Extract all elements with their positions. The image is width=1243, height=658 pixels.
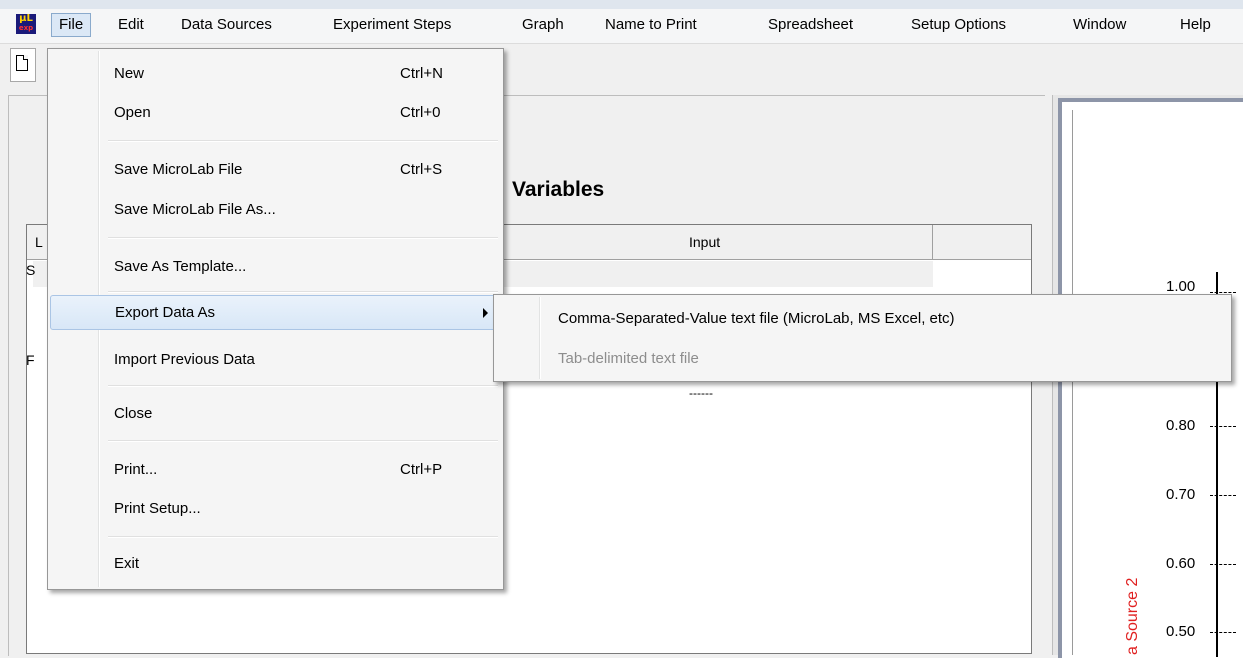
menu-item-shortcut: Ctrl+S bbox=[400, 161, 443, 178]
y-tick-label: 1.00 bbox=[1166, 278, 1196, 295]
y-tick-label: 0.70 bbox=[1166, 486, 1196, 503]
menu-item-label: Save MicroLab File As... bbox=[114, 201, 276, 218]
y-tick-mark bbox=[1210, 426, 1236, 428]
menu-window[interactable]: Window bbox=[1066, 13, 1133, 37]
window-title-strip bbox=[0, 0, 1243, 9]
menu-graph[interactable]: Graph bbox=[515, 13, 571, 37]
menu-separator bbox=[108, 440, 498, 442]
app-icon[interactable]: µL exp bbox=[16, 14, 36, 34]
y-tick-mark bbox=[1210, 495, 1236, 497]
menu-separator bbox=[108, 536, 498, 538]
menu-item-label: Close bbox=[114, 405, 153, 422]
y-tick-label: 0.60 bbox=[1166, 555, 1196, 572]
menu-setup-options[interactable]: Setup Options bbox=[904, 13, 1013, 37]
menu-item-open[interactable]: Open Ctrl+0 bbox=[50, 98, 501, 128]
menu-item-new[interactable]: New Ctrl+N bbox=[50, 59, 501, 89]
menu-item-close[interactable]: Close bbox=[50, 399, 501, 429]
menu-item-shortcut: Ctrl+N bbox=[400, 65, 443, 82]
submenu-arrow-icon bbox=[483, 308, 488, 318]
menu-help[interactable]: Help bbox=[1173, 13, 1218, 37]
menu-item-export-tab-delimited: Tab-delimited text file bbox=[496, 341, 1229, 377]
file-menu-dropdown: New Ctrl+N Open Ctrl+0 Save MicroLab Fil… bbox=[47, 48, 504, 590]
menu-item-label: Tab-delimited text file bbox=[558, 350, 699, 367]
export-data-submenu: Comma-Separated-Value text file (MicroLa… bbox=[493, 294, 1232, 382]
y-tick-label: 0.80 bbox=[1166, 417, 1196, 434]
app-icon-text: µL bbox=[19, 14, 33, 24]
menu-item-shortcut: Ctrl+P bbox=[400, 461, 443, 478]
column-header-input[interactable]: Input bbox=[677, 225, 933, 259]
menu-item-label: Import Previous Data bbox=[114, 351, 255, 368]
variables-title: Variables bbox=[512, 178, 605, 201]
menu-item-save-as-template[interactable]: Save As Template... bbox=[50, 252, 501, 282]
menu-item-exit[interactable]: Exit bbox=[50, 549, 501, 579]
menu-spreadsheet[interactable]: Spreadsheet bbox=[761, 13, 860, 37]
y-tick-mark bbox=[1210, 632, 1236, 634]
menu-item-label: Open bbox=[114, 104, 151, 121]
menu-item-label: Export Data As bbox=[115, 304, 216, 321]
row-label-s[interactable]: S bbox=[26, 262, 35, 278]
menu-separator bbox=[108, 385, 498, 387]
menu-item-shortcut: Ctrl+0 bbox=[400, 104, 441, 121]
menu-item-label: Comma-Separated-Value text file (MicroLa… bbox=[558, 310, 955, 327]
app-icon-subtext: exp bbox=[18, 24, 34, 32]
menu-separator bbox=[108, 291, 498, 293]
menu-item-export-csv[interactable]: Comma-Separated-Value text file (MicroLa… bbox=[496, 301, 1229, 337]
menu-item-label: New bbox=[114, 65, 145, 82]
menu-item-label: Exit bbox=[114, 555, 140, 572]
menu-experiment-steps[interactable]: Experiment Steps bbox=[326, 13, 458, 37]
row-label-f[interactable]: F bbox=[26, 352, 35, 368]
y-tick-mark bbox=[1210, 564, 1236, 566]
menu-edit[interactable]: Edit bbox=[111, 13, 151, 37]
menu-item-save-as[interactable]: Save MicroLab File As... bbox=[50, 195, 501, 225]
menu-separator bbox=[108, 237, 498, 239]
menu-item-export-data-as[interactable]: Export Data As bbox=[50, 295, 501, 330]
menu-name-to-print[interactable]: Name to Print bbox=[598, 13, 704, 37]
page-fold-icon bbox=[23, 55, 28, 60]
menu-data-sources[interactable]: Data Sources bbox=[174, 13, 279, 37]
menu-item-label: Save As Template... bbox=[114, 258, 247, 275]
menu-item-print[interactable]: Print... Ctrl+P bbox=[50, 455, 501, 485]
y-tick-label: 0.50 bbox=[1166, 623, 1196, 640]
new-document-button[interactable] bbox=[10, 48, 36, 82]
menu-item-import-previous-data[interactable]: Import Previous Data bbox=[50, 345, 501, 375]
menu-item-print-setup[interactable]: Print Setup... bbox=[50, 494, 501, 524]
menu-file[interactable]: File bbox=[51, 13, 92, 37]
y-axis-label: a Source 2 bbox=[1124, 577, 1141, 655]
menu-item-label: Save MicroLab File bbox=[114, 161, 243, 178]
menu-item-save[interactable]: Save MicroLab File Ctrl+S bbox=[50, 155, 501, 185]
menu-separator bbox=[108, 140, 498, 142]
menu-item-label: Print Setup... bbox=[114, 500, 201, 517]
menu-item-label: Print... bbox=[114, 461, 158, 478]
empty-value-dashes: ------ bbox=[689, 386, 713, 400]
